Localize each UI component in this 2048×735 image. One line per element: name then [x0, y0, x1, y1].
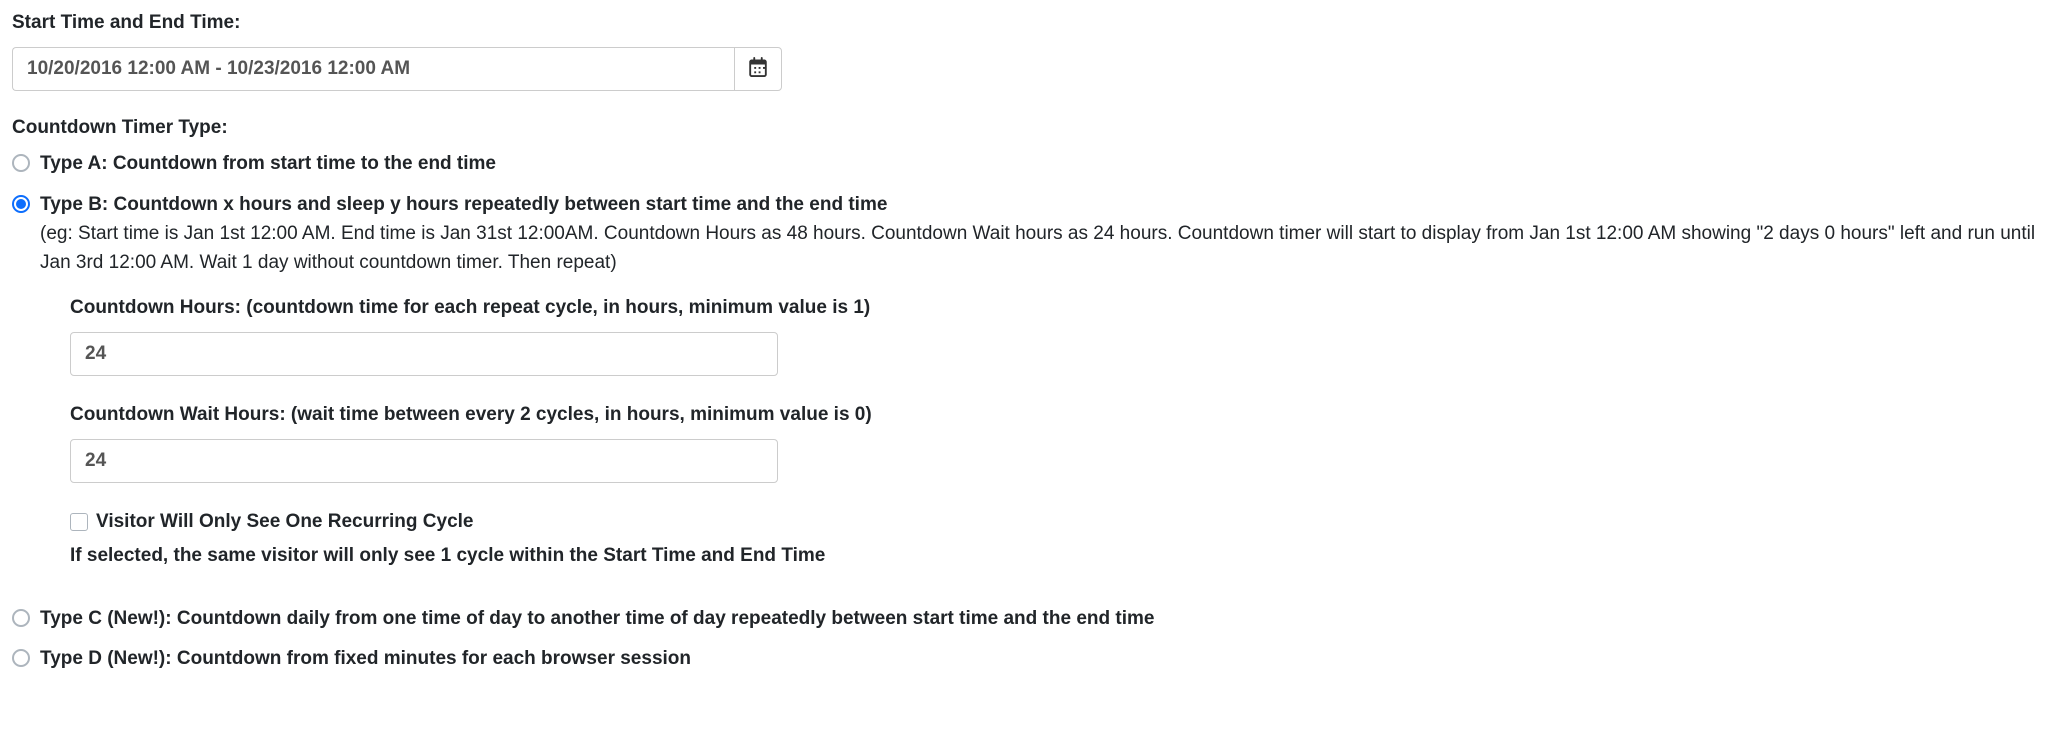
calendar-button[interactable] — [734, 47, 782, 91]
timer-type-label: Countdown Timer Type: — [12, 115, 2036, 142]
type-a-radio[interactable] — [12, 154, 30, 172]
type-b-settings: Countdown Hours: (countdown time for eac… — [70, 295, 2036, 569]
start-end-time-label: Start Time and End Time: — [12, 10, 2036, 37]
type-b-label[interactable]: Type B: Countdown x hours and sleep y ho… — [40, 192, 887, 219]
calendar-icon — [748, 57, 768, 80]
wait-hours-label: Countdown Wait Hours: (wait time between… — [70, 402, 2036, 429]
type-d-radio[interactable] — [12, 649, 30, 667]
type-b-radio[interactable] — [12, 195, 30, 213]
countdown-hours-input[interactable] — [70, 332, 778, 376]
type-b-hint: (eg: Start time is Jan 1st 12:00 AM. End… — [40, 220, 2036, 277]
countdown-hours-label: Countdown Hours: (countdown time for eac… — [70, 295, 2036, 322]
one-cycle-label[interactable]: Visitor Will Only See One Recurring Cycl… — [96, 509, 474, 536]
date-range-input[interactable] — [12, 47, 734, 91]
type-d-label[interactable]: Type D (New!): Countdown from fixed minu… — [40, 646, 691, 673]
type-a-label[interactable]: Type A: Countdown from start time to the… — [40, 151, 496, 178]
type-c-radio[interactable] — [12, 609, 30, 627]
one-cycle-checkbox[interactable] — [70, 513, 88, 531]
type-c-label[interactable]: Type C (New!): Countdown daily from one … — [40, 606, 1154, 633]
one-cycle-hint: If selected, the same visitor will only … — [70, 543, 2036, 570]
date-range-group — [12, 47, 782, 91]
wait-hours-input[interactable] — [70, 439, 778, 483]
